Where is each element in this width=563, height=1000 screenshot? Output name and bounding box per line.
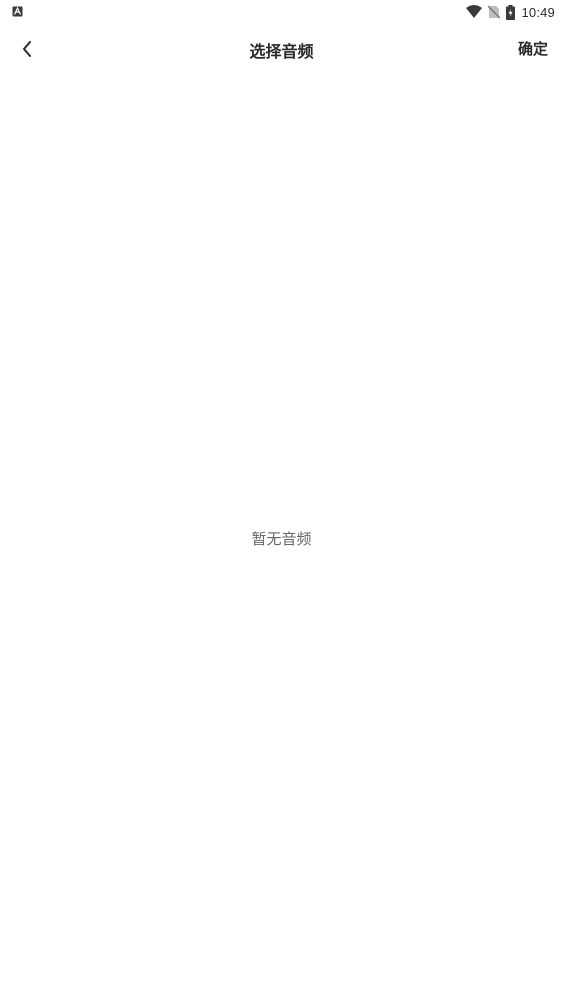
battery-charging-icon — [506, 4, 516, 20]
no-sim-icon — [488, 5, 501, 19]
status-bar: 10:49 — [0, 0, 563, 24]
status-time: 10:49 — [521, 4, 555, 20]
empty-state-text: 暂无音频 — [251, 530, 312, 548]
confirm-button[interactable]: 确定 — [518, 38, 548, 59]
app-notification-icon — [12, 6, 23, 17]
wifi-icon — [466, 5, 483, 18]
page-title: 选择音频 — [249, 42, 314, 61]
status-icons: 10:49 — [466, 2, 555, 22]
navigation-header: 选择音频 确定 — [0, 24, 563, 74]
